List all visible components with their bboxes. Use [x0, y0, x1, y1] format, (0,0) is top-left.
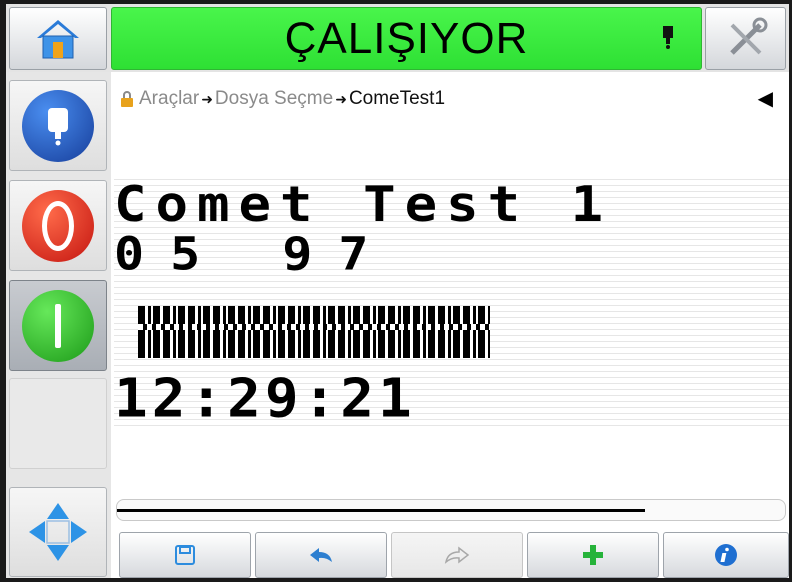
- breadcrumb: Araçlar ➜ Dosya Seçme ➜ ComeTest1 ◀: [118, 84, 783, 114]
- tools-button[interactable]: [705, 7, 786, 70]
- message-preview[interactable]: Comet Test 1 05 97 12:29:21: [114, 174, 789, 430]
- undo-icon: [310, 548, 332, 562]
- lock-icon: [121, 91, 133, 107]
- breadcrumb-separator-icon: ➜: [201, 90, 213, 107]
- stop-icon: [22, 189, 94, 262]
- save-icon: [175, 545, 195, 565]
- breadcrumb-item[interactable]: Dosya Seçme: [215, 88, 333, 110]
- breadcrumb-separator-icon: ➜: [335, 90, 347, 107]
- breadcrumb-item[interactable]: Araçlar: [139, 88, 199, 110]
- status-text: ÇALIŞIYOR: [284, 13, 529, 63]
- left-triangle-icon[interactable]: ◀: [758, 84, 773, 114]
- horizontal-scrollbar[interactable]: [116, 499, 786, 521]
- empty-slot: [9, 378, 107, 469]
- add-button[interactable]: [527, 532, 659, 578]
- scroll-thumb[interactable]: [117, 509, 645, 512]
- home-icon: [37, 19, 79, 58]
- info-icon: [715, 544, 737, 566]
- datamatrix-barcode: [138, 306, 490, 358]
- undo-button[interactable]: [255, 532, 387, 578]
- ink-cartridge-icon: [22, 89, 94, 162]
- bottom-toolbar: [111, 532, 789, 578]
- top-bar: ÇALIŞIYOR: [6, 4, 789, 72]
- breadcrumb-current: ComeTest1: [348, 88, 446, 109]
- redo-button[interactable]: [391, 532, 523, 578]
- save-button[interactable]: [119, 532, 251, 578]
- ink-system-button[interactable]: [9, 80, 107, 171]
- start-icon: [22, 289, 94, 362]
- message-line: Comet Test 1: [114, 176, 613, 233]
- start-button[interactable]: [9, 280, 107, 371]
- navigation-button[interactable]: [9, 487, 107, 577]
- move-arrows-icon: [29, 503, 87, 561]
- message-line: 05 97: [114, 228, 395, 281]
- stop-button[interactable]: [9, 180, 107, 271]
- redo-icon: [444, 546, 470, 564]
- status-banner: ÇALIŞIYOR: [111, 7, 702, 70]
- home-button[interactable]: [9, 7, 107, 70]
- add-icon: [583, 545, 603, 565]
- message-line: 12:29:21: [114, 368, 416, 430]
- printer-screen: ÇALIŞIYOR Araçlar ➜ Dosya Seçme ➜ ComeTe…: [6, 4, 789, 578]
- tools-icon: [729, 17, 767, 55]
- ink-warning-icon: [663, 26, 673, 49]
- info-button[interactable]: [663, 532, 789, 578]
